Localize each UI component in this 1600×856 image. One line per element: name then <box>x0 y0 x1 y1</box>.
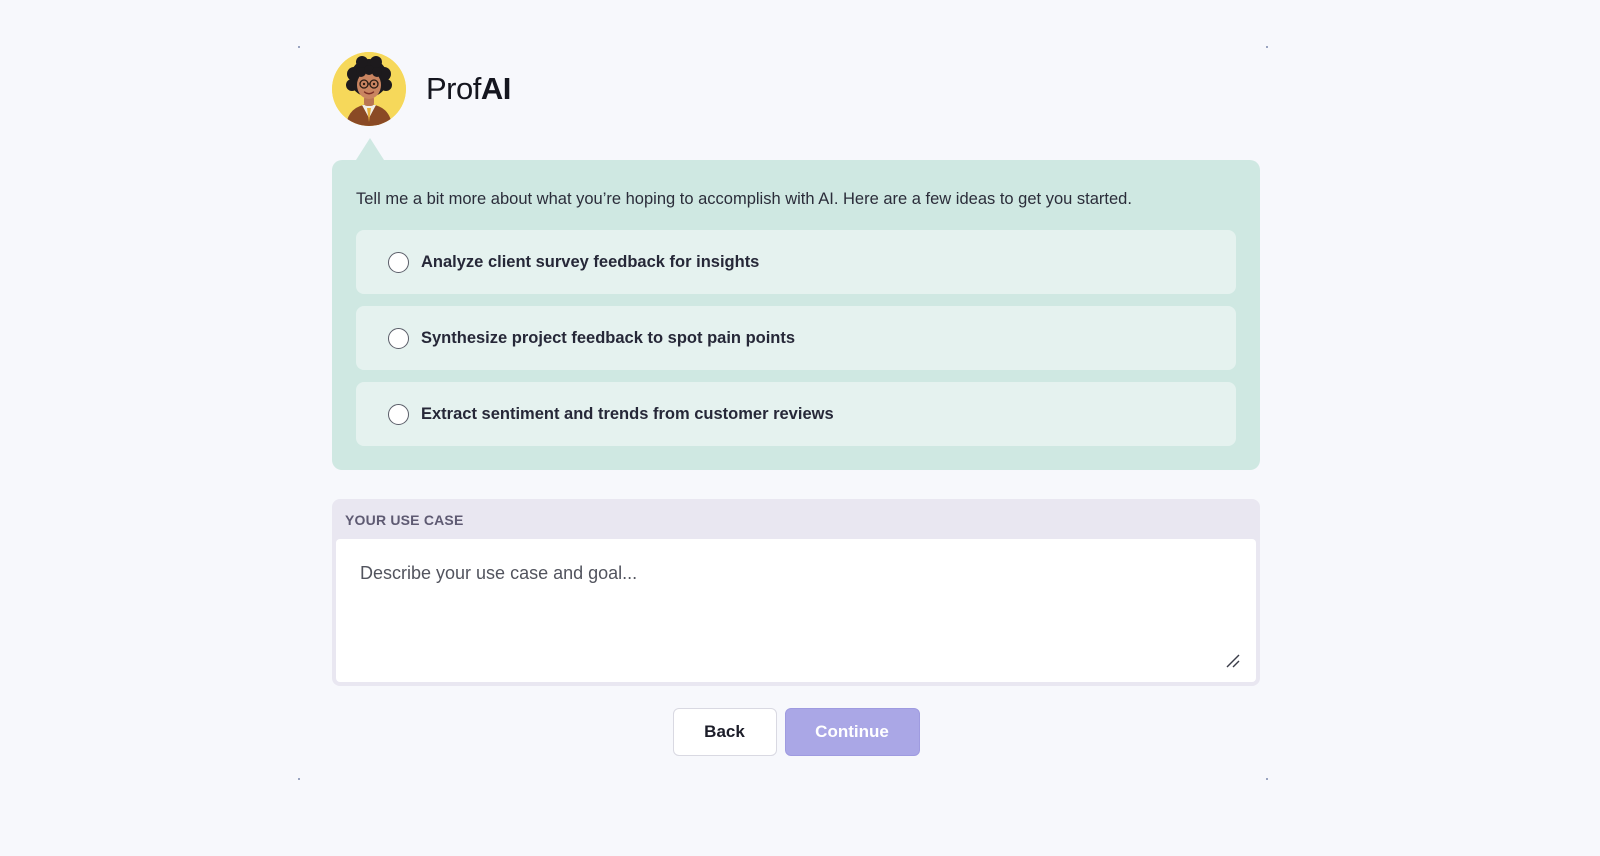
corner-mark <box>1266 778 1268 780</box>
corner-mark <box>298 46 300 48</box>
idea-option-label: Extract sentiment and trends from custom… <box>421 404 834 423</box>
professor-avatar-icon <box>332 52 406 126</box>
brand-name: ProfAI <box>426 71 511 107</box>
use-case-textarea-wrapper <box>336 539 1256 682</box>
back-button[interactable]: Back <box>672 708 777 756</box>
radio-button-icon[interactable] <box>388 251 409 273</box>
page: ProfAI Tell me a bit more about what you… <box>0 0 1600 856</box>
idea-option[interactable]: Synthesize project feedback to spot pain… <box>356 306 1236 370</box>
suggestion-bubble: Tell me a bit more about what you’re hop… <box>332 138 1260 470</box>
idea-option-label: Synthesize project feedback to spot pain… <box>421 328 796 347</box>
brand-header: ProfAI <box>332 52 1260 126</box>
onboarding-card: ProfAI Tell me a bit more about what you… <box>332 52 1260 756</box>
resize-handle-icon[interactable] <box>1226 654 1240 668</box>
use-case-panel: YOUR USE CASE <box>332 499 1260 686</box>
radio-button-icon[interactable] <box>388 403 409 425</box>
bubble-tail <box>356 138 384 160</box>
idea-option[interactable]: Analyze client survey feedback for insig… <box>356 230 1236 294</box>
use-case-textarea[interactable] <box>336 539 1256 682</box>
brand-name-prefix: Prof <box>426 71 481 106</box>
corner-mark <box>298 778 300 780</box>
form-actions: Back Continue <box>332 708 1260 756</box>
corner-mark <box>1266 46 1268 48</box>
continue-button[interactable]: Continue <box>784 708 920 756</box>
idea-option[interactable]: Extract sentiment and trends from custom… <box>356 382 1236 446</box>
brand-name-suffix: AI <box>480 71 512 106</box>
radio-button-icon[interactable] <box>388 327 409 349</box>
use-case-label: YOUR USE CASE <box>345 512 464 528</box>
idea-option-label: Analyze client survey feedback for insig… <box>421 252 760 271</box>
prompt-text: Tell me a bit more about what you’re hop… <box>356 190 1132 208</box>
